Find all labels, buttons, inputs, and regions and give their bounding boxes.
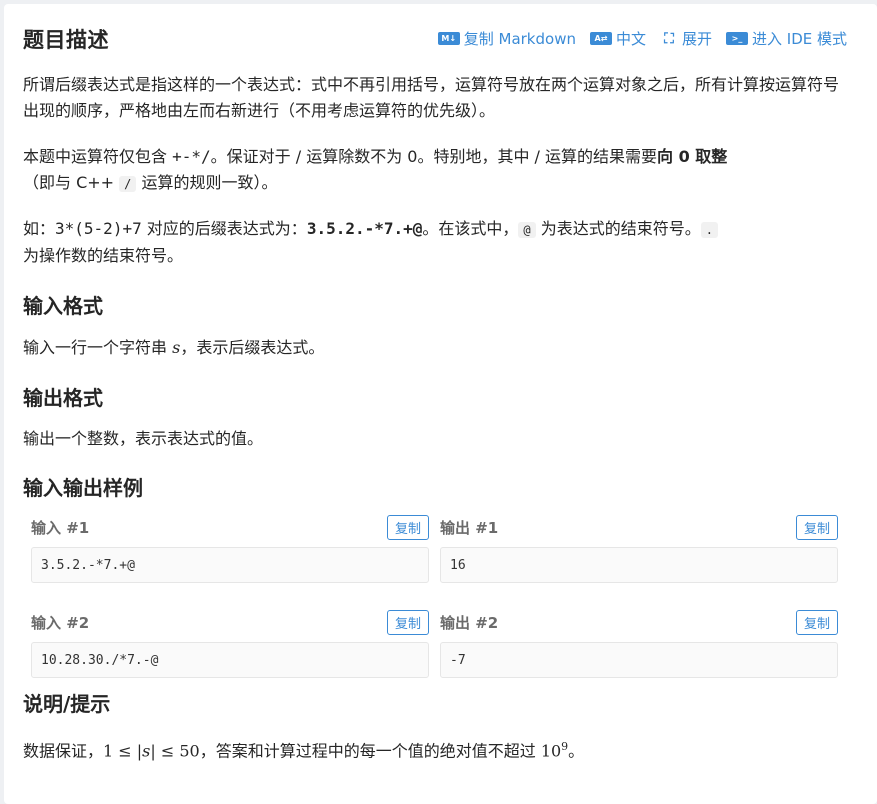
- text-segment: 对应的后缀表达式为：: [141, 219, 307, 238]
- output-format-text: 输出一个整数，表示表达式的值。: [23, 429, 264, 448]
- math-operator: ≤: [155, 741, 180, 761]
- sample-input-box[interactable]: 10.28.30./*7.-@: [31, 642, 429, 678]
- input-format-text: 输入一行一个字符串 s，表示后缀表达式。: [23, 335, 853, 361]
- sample-output-box[interactable]: 16: [440, 547, 838, 583]
- math-number: 50: [179, 741, 200, 761]
- text-segment: 输入一行一个字符串: [23, 338, 173, 357]
- text-segment: 。: [568, 741, 585, 761]
- text-segment: 数据保证，: [23, 741, 104, 761]
- expand-icon: ⛶: [664, 30, 674, 47]
- copy-output-2-button[interactable]: 复制: [796, 610, 838, 635]
- text-segment: 本题中运算符仅包含: [23, 147, 173, 166]
- text-segment: 。在该式中，: [422, 219, 519, 238]
- infix-expression: 3*(5-2)+7: [55, 219, 142, 238]
- text-segment: 为表达式的结束符号。: [535, 219, 701, 238]
- inline-code: /: [119, 176, 137, 192]
- translate-icon: A⇄: [589, 32, 612, 45]
- language-label: 中文: [615, 30, 646, 48]
- description-paragraph-3: 如：3*(5-2)+7 对应的后缀表达式为：3.5.2.-*7.+@。在该式中，…: [23, 216, 853, 269]
- ide-mode-label: 进入 IDE 模式: [752, 30, 847, 48]
- sample-input-label: 输入 #2: [31, 614, 90, 632]
- text-segment: 。保证对于 / 运算除数不为 0。特别地，其中 / 运算的结果需要: [210, 147, 658, 166]
- text-segment: 运算的规则一致）。: [136, 173, 278, 192]
- page-title: 题目描述: [23, 28, 109, 52]
- copy-markdown-button[interactable]: M↓ 复制 Markdown: [437, 28, 576, 49]
- operators-text: +-*/: [172, 147, 211, 166]
- text-segment: 为操作数的结束符号。: [23, 246, 184, 265]
- problem-header: 题目描述 M↓ 复制 Markdown A⇄ 中文 ⛶ 展开 >_ 进入 IDE…: [23, 24, 847, 56]
- bold-text: 向 0 取整: [657, 147, 728, 166]
- inline-code: @: [518, 222, 536, 238]
- copy-output-1-button[interactable]: 复制: [796, 515, 838, 540]
- hint-heading: 说明/提示: [23, 692, 111, 716]
- copy-input-2-button[interactable]: 复制: [387, 610, 429, 635]
- inline-code: .: [700, 222, 718, 238]
- header-actions: M↓ 复制 Markdown A⇄ 中文 ⛶ 展开 >_ 进入 IDE 模式: [437, 28, 847, 49]
- expand-button[interactable]: ⛶ 展开: [660, 28, 712, 49]
- language-button[interactable]: A⇄ 中文: [589, 28, 646, 49]
- text-segment: ，表示后缀表达式。: [180, 338, 325, 357]
- problem-card: [4, 4, 877, 804]
- postfix-expression: 3.5.2.-*7.+@: [306, 219, 423, 238]
- text-segment: 如：: [23, 219, 56, 238]
- math-operator: ≤: [113, 741, 137, 761]
- copy-markdown-label: 复制 Markdown: [463, 30, 576, 48]
- text-segment: （即与 C++: [23, 173, 120, 192]
- samples-heading: 输入输出样例: [23, 476, 143, 500]
- hint-text: 数据保证，1 ≤ |s| ≤ 50，答案和计算过程中的每一个值的绝对值不超过 1…: [23, 734, 853, 764]
- ide-mode-button[interactable]: >_ 进入 IDE 模式: [726, 28, 847, 49]
- math-variable: |s|: [136, 741, 156, 761]
- markdown-icon: M↓: [437, 32, 460, 45]
- description-paragraph-1: 所谓后缀表达式是指这样的一个表达式：式中不再引用括号，运算符号放在两个运算对象之…: [23, 75, 840, 120]
- input-format-heading: 输入格式: [23, 294, 103, 318]
- sample-output-label: 输出 #1: [440, 519, 499, 537]
- terminal-icon: >_: [726, 32, 748, 45]
- description-paragraph-2: 本题中运算符仅包含 +-*/。保证对于 / 运算除数不为 0。特别地，其中 / …: [23, 144, 853, 197]
- sample-input-label: 输入 #1: [31, 519, 90, 537]
- math-number: 1: [103, 741, 114, 761]
- output-format-heading: 输出格式: [23, 386, 103, 410]
- text-segment: ，答案和计算过程中的每一个值的绝对值不超过: [199, 741, 541, 761]
- math-number: 10: [540, 741, 562, 761]
- sample-input-box[interactable]: 3.5.2.-*7.+@: [31, 547, 429, 583]
- sample-output-box[interactable]: -7: [440, 642, 838, 678]
- copy-input-1-button[interactable]: 复制: [387, 515, 429, 540]
- sample-output-label: 输出 #2: [440, 614, 499, 632]
- expand-label: 展开: [681, 30, 712, 48]
